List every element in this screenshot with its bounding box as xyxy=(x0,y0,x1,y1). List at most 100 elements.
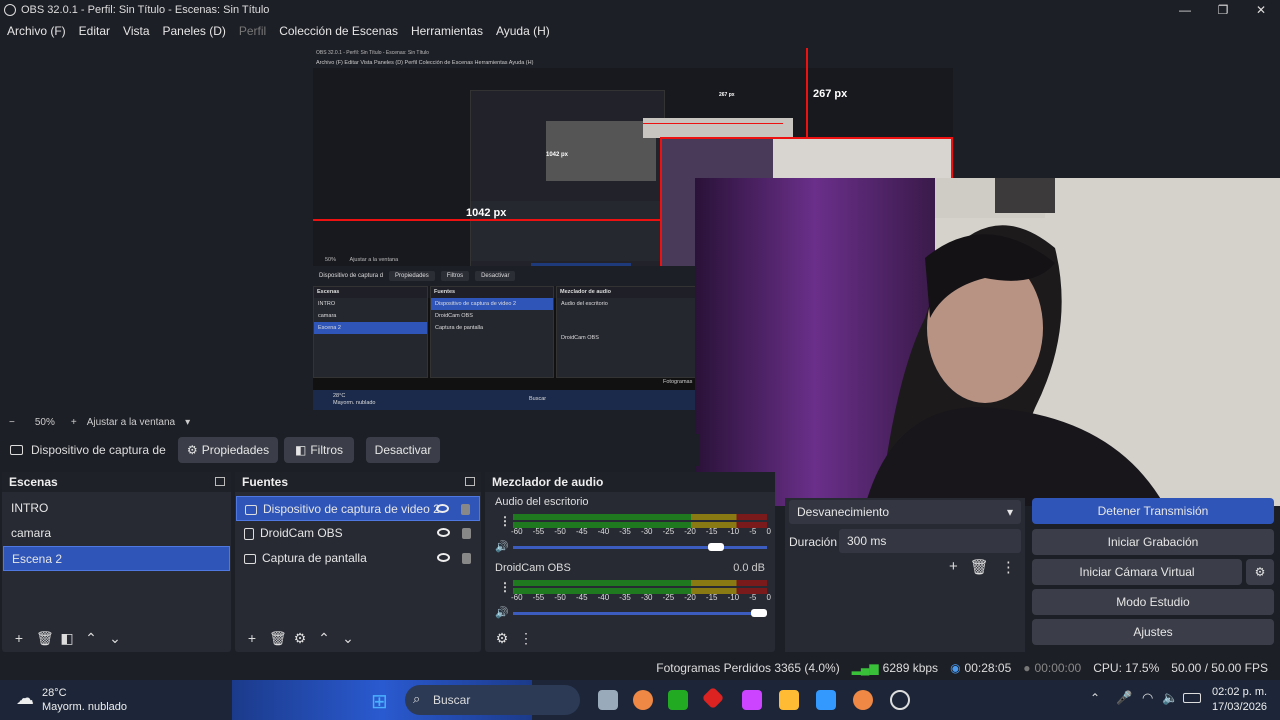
menu-paneles[interactable]: Paneles (D) xyxy=(163,24,226,38)
scene-item-intro[interactable]: INTRO xyxy=(3,496,230,521)
transition-select[interactable]: Desvanecimiento ▾ xyxy=(789,500,1021,524)
volume-slider[interactable] xyxy=(513,546,767,549)
volume-knob[interactable] xyxy=(751,609,768,617)
mixer-menu-icon[interactable]: ⋮ xyxy=(519,630,533,647)
menu-herramientas[interactable]: Herramientas xyxy=(411,24,483,38)
file-explorer-icon[interactable] xyxy=(779,690,799,710)
add-scene-icon[interactable]: + xyxy=(12,630,26,646)
lock-icon[interactable] xyxy=(462,553,471,564)
stop-stream-button[interactable]: Detener Transmisión xyxy=(1032,498,1274,524)
start-virtual-camera-button[interactable]: Iniciar Cámara Virtual xyxy=(1032,559,1242,585)
obs-taskbar-icon[interactable] xyxy=(890,690,910,710)
nested-sources-header: Fuentes xyxy=(431,287,553,298)
remove-transition-icon[interactable]: 🗑 xyxy=(970,558,989,576)
menu-editar[interactable]: Editar xyxy=(79,24,110,38)
meter-ticks: -60 -55 -50 -45 -40 -35 -30 -25 -20 -15 -10 -5 0 xyxy=(511,527,771,536)
microphone-icon[interactable]: 🎤 xyxy=(1116,690,1132,706)
scene-item-escena-2[interactable]: Escena 2 xyxy=(3,546,230,571)
chevron-down-icon: ▾ xyxy=(1006,505,1013,519)
windows-start-icon[interactable]: ⊞ xyxy=(371,689,388,714)
taskbar-search[interactable]: ⌕ Buscar xyxy=(405,685,580,715)
menu-ayuda[interactable]: Ayuda (H) xyxy=(496,24,550,38)
menu-coleccion[interactable]: Colección de Escenas xyxy=(279,24,398,38)
guide-horizontal xyxy=(313,219,660,221)
fit-window-option[interactable]: Ajustar a la ventana xyxy=(87,417,175,428)
cpu-usage: CPU: 17.5% xyxy=(1093,661,1160,675)
scene-item-camara[interactable]: camara xyxy=(3,521,230,546)
transition-menu-icon[interactable]: ⋮ xyxy=(1001,558,1016,576)
chrome-icon[interactable] xyxy=(633,690,653,710)
undock-icon[interactable] xyxy=(215,477,225,486)
menu-archivo[interactable]: Archivo (F) xyxy=(7,24,66,38)
speaker-icon[interactable]: 🔊 xyxy=(495,606,509,619)
move-up-icon[interactable]: ⌃ xyxy=(84,630,98,647)
scene-filters-icon[interactable]: ◧ xyxy=(60,630,74,647)
lock-icon[interactable] xyxy=(461,504,470,515)
close-button[interactable]: ✕ xyxy=(1242,0,1280,20)
speaker-icon[interactable]: 🔊 xyxy=(495,540,509,553)
lock-icon[interactable] xyxy=(462,528,471,539)
clock-time[interactable]: 02:02 p. m. xyxy=(1212,686,1267,698)
app-icon[interactable] xyxy=(701,686,725,710)
weather-desc[interactable]: Mayorm. nublado xyxy=(42,701,127,713)
advanced-audio-icon[interactable]: ⚙ xyxy=(495,630,509,647)
studio-mode-button[interactable]: Modo Estudio xyxy=(1032,589,1274,615)
source-item-screen-capture[interactable]: Captura de pantalla xyxy=(236,546,480,571)
settings-button[interactable]: Ajustes xyxy=(1032,619,1274,645)
channel-name: Audio del escritorio xyxy=(495,496,589,508)
xbox-icon[interactable] xyxy=(668,690,688,710)
scenes-header: Escenas xyxy=(2,472,231,492)
virtual-camera-settings-icon[interactable]: ⚙ xyxy=(1246,559,1274,585)
move-down-icon[interactable]: ⌄ xyxy=(341,630,355,647)
meter-tick-label: -10 xyxy=(727,593,740,602)
channel-menu-icon[interactable]: ⋮ xyxy=(499,514,511,528)
visibility-eye-icon[interactable] xyxy=(437,553,450,562)
deactivate-button[interactable]: Desactivar xyxy=(366,437,440,463)
meter-tick-label: -35 xyxy=(619,527,631,536)
channel-menu-icon[interactable]: ⋮ xyxy=(499,580,511,594)
visibility-eye-icon[interactable] xyxy=(436,504,449,513)
volume-icon[interactable]: 🔈 xyxy=(1162,690,1178,706)
search-icon: ⌕ xyxy=(413,691,421,706)
visibility-eye-icon[interactable] xyxy=(437,528,450,537)
volume-knob[interactable] xyxy=(708,543,725,551)
source-settings-icon[interactable]: ⚙ xyxy=(293,630,307,647)
store-icon[interactable] xyxy=(816,690,836,710)
meter-tick-label: -15 xyxy=(705,527,718,536)
remove-scene-icon[interactable]: 🗑 xyxy=(36,630,54,647)
zoom-out-button[interactable]: − xyxy=(9,417,15,428)
move-up-icon[interactable]: ⌃ xyxy=(317,630,331,647)
filters-button[interactable]: ◧ Filtros xyxy=(284,437,354,463)
weather-temp[interactable]: 28°C xyxy=(42,687,67,699)
menu-vista[interactable]: Vista xyxy=(123,24,149,38)
move-down-icon[interactable]: ⌄ xyxy=(108,630,122,647)
add-source-icon[interactable]: + xyxy=(245,630,259,646)
duration-input[interactable]: 300 ms xyxy=(839,529,1021,553)
minimize-button[interactable]: — xyxy=(1166,0,1204,20)
undock-icon[interactable] xyxy=(465,477,475,486)
zoom-in-button[interactable]: + xyxy=(71,417,77,428)
nested-weather-desc: Mayorm. nublado xyxy=(333,400,376,406)
px-width-small-label: 1042 px xyxy=(546,152,569,158)
remove-source-icon[interactable]: 🗑 xyxy=(269,630,287,647)
wifi-icon[interactable]: ◠ xyxy=(1142,690,1153,706)
source-item-capture-device[interactable]: Dispositivo de captura de video 2 xyxy=(236,496,480,521)
copilot-icon[interactable] xyxy=(742,690,762,710)
menu-perfil[interactable]: Perfil xyxy=(239,24,266,38)
source-item-droidcam[interactable]: DroidCam OBS xyxy=(236,521,480,546)
volume-slider[interactable] xyxy=(513,612,767,615)
maximize-button[interactable]: ❐ xyxy=(1204,0,1242,20)
add-transition-icon[interactable]: + xyxy=(949,558,958,576)
properties-button[interactable]: ⚙ Propiedades xyxy=(178,437,278,463)
camera-icon xyxy=(245,504,257,515)
zoom-dropdown-icon[interactable]: ▾ xyxy=(185,417,190,428)
mixer-panel: Mezclador de audio Audio del escritorio … xyxy=(485,472,775,652)
start-recording-button[interactable]: Iniciar Grabación xyxy=(1032,529,1274,555)
duration-value: 300 ms xyxy=(847,534,887,548)
chrome-profile-icon[interactable] xyxy=(853,690,873,710)
clock-date[interactable]: 17/03/2026 xyxy=(1212,701,1267,713)
battery-icon[interactable] xyxy=(1183,693,1201,703)
task-view-icon[interactable] xyxy=(598,690,618,710)
meter-tick-label: -20 xyxy=(684,593,696,602)
tray-overflow-icon[interactable]: ⌃ xyxy=(1090,691,1100,705)
